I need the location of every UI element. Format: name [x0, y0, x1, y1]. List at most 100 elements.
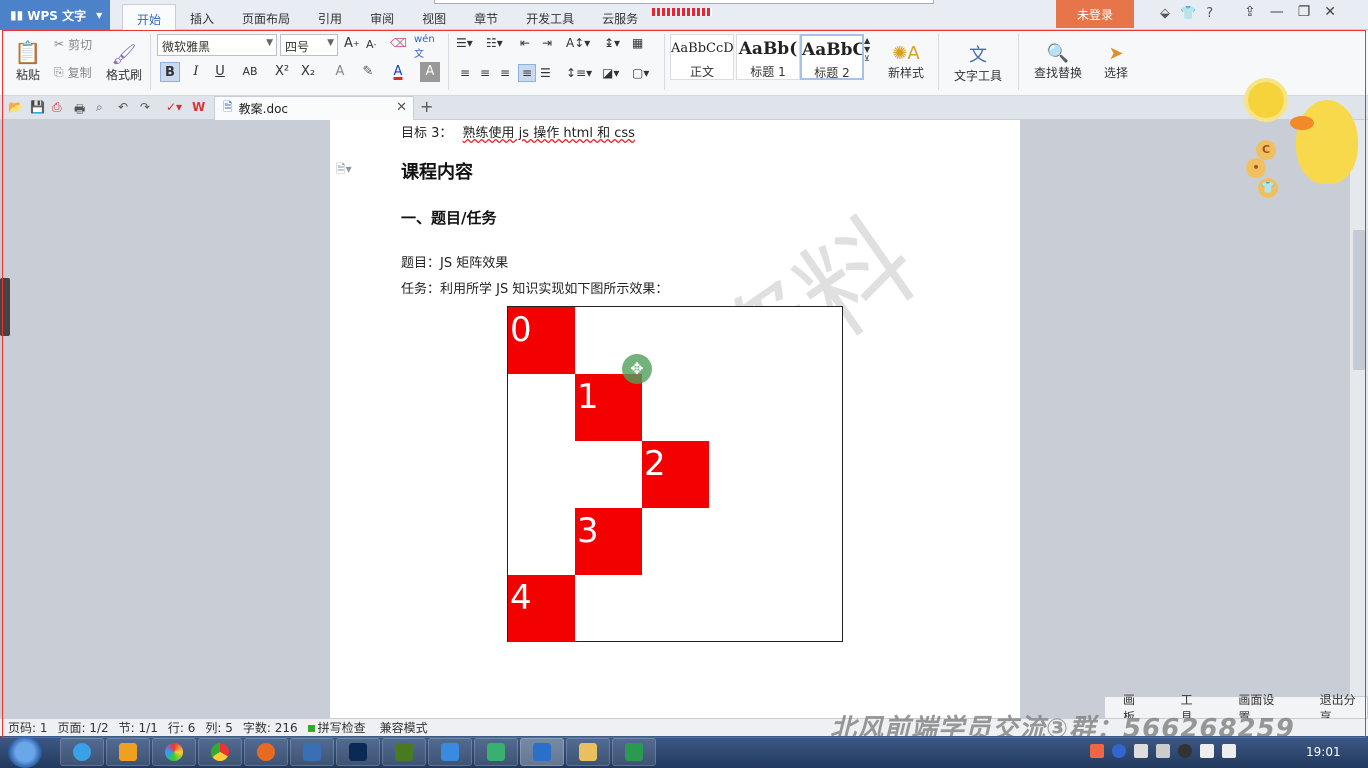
paste-button[interactable]: 📋 粘贴 [8, 34, 48, 90]
matrix-image[interactable]: 0 1 2 3 4 [507, 306, 843, 642]
taskbar-photos[interactable] [152, 738, 196, 766]
keyboard-icon[interactable] [1134, 744, 1148, 758]
mascot-badge-icon[interactable]: C [1256, 140, 1276, 160]
distribute-button[interactable]: ☰ [540, 66, 551, 80]
clear-format-button[interactable]: ⌫ [390, 36, 407, 50]
start-button[interactable] [8, 736, 42, 768]
subscript-button[interactable]: X₂ [298, 62, 318, 82]
taskbar-editor[interactable] [290, 738, 334, 766]
help-icon[interactable]: ? [1206, 6, 1213, 21]
save-icon[interactable]: 💾 [30, 100, 45, 114]
align-center-button[interactable]: ≡ [480, 66, 490, 80]
font-color-button[interactable]: A [388, 62, 408, 82]
menu-tab-view[interactable]: 视图 [408, 4, 460, 30]
status-words[interactable]: 字数: 216 [243, 719, 298, 736]
styles-scroll[interactable]: ▲ ▼ ⊻ [864, 36, 870, 63]
taskbar-sync[interactable] [612, 738, 656, 766]
line-spacing-button[interactable]: ↕≡▾ [566, 66, 592, 80]
new-style-button[interactable]: ✺A 新样式 [880, 34, 932, 90]
tab-document[interactable]: 🗎 教案.doc ✕ [214, 96, 414, 120]
bold-button[interactable]: B [160, 62, 180, 82]
spell-check-toggle[interactable]: 拼写检查 [307, 719, 366, 736]
volume-icon[interactable] [1222, 744, 1236, 758]
menu-tab-home[interactable]: 开始 [122, 4, 177, 30]
highlight-button[interactable]: ✎ [358, 62, 378, 82]
justify-button[interactable]: ≡ [518, 64, 536, 82]
underline-button[interactable]: U [210, 62, 230, 82]
skin-icon[interactable]: ⬙ [1160, 6, 1170, 21]
help-tray-icon[interactable] [1112, 744, 1126, 758]
strikethrough-button[interactable]: AB [240, 62, 260, 82]
copy-button[interactable]: ⎘ 复制 [54, 62, 92, 82]
shrink-font-button[interactable]: A- [366, 38, 376, 51]
format-painter-button[interactable]: 🖌 格式刷 [104, 34, 144, 90]
export-pdf-icon[interactable]: ⎙ [52, 100, 62, 115]
print-icon[interactable]: 🖶 [74, 100, 85, 121]
cut-button[interactable]: ✂ 剪切 [54, 34, 92, 54]
status-page[interactable]: 页面: 1/2 [58, 719, 109, 736]
taskbar-clock[interactable]: 19:01 [1306, 745, 1341, 759]
find-replace-button[interactable]: 🔍 查找替换 [1026, 34, 1090, 90]
paragraph-marker-icon[interactable]: 🗎▾ [336, 160, 352, 181]
numbered-list-button[interactable]: ☷▾ [486, 36, 503, 50]
wps-app-menu-button[interactable]: ▮▮ WPS 文字 ▼ [0, 0, 110, 30]
font-size-select[interactable]: 四号 ▼ [280, 34, 338, 56]
flag-icon[interactable] [1156, 744, 1170, 758]
taskbar-explorer[interactable] [566, 738, 610, 766]
status-page-number[interactable]: 页码: 1 [8, 719, 48, 736]
menu-tab-references[interactable]: 引用 [304, 4, 356, 30]
taskbar-ie[interactable] [60, 738, 104, 766]
text-effect-button[interactable]: A [330, 62, 350, 82]
side-panel-handle[interactable] [0, 278, 10, 336]
taskbar-app-blue[interactable] [428, 738, 472, 766]
close-icon[interactable]: ✕ [1324, 4, 1336, 20]
font-name-select[interactable]: 微软雅黑 ▼ [157, 34, 277, 56]
scrollbar-thumb[interactable] [1353, 230, 1365, 370]
style-heading-1[interactable]: AaBb( 标题 1 [736, 34, 800, 80]
table-button[interactable]: ▦ [632, 36, 643, 50]
open-folder-icon[interactable]: 📂 [8, 100, 23, 114]
customize-icon[interactable]: ✓▾ [166, 100, 182, 114]
increase-indent-button[interactable]: ⇥ [542, 36, 552, 50]
qq-icon[interactable] [1178, 744, 1192, 758]
grow-font-button[interactable]: A + [344, 36, 360, 51]
upload-icon[interactable]: ⇪ [1244, 4, 1256, 20]
menu-tab-developer[interactable]: 开发工具 [512, 4, 588, 30]
menu-tab-review[interactable]: 审阅 [356, 4, 408, 30]
align-right-button[interactable]: ≡ [500, 66, 510, 80]
taskbar-dreamweaver[interactable] [382, 738, 426, 766]
superscript-button[interactable]: X² [272, 62, 292, 82]
sort-button[interactable]: ↨▾ [604, 36, 620, 50]
align-left-button[interactable]: ≡ [460, 66, 470, 80]
menu-tab-chapter[interactable]: 章节 [460, 4, 512, 30]
italic-button[interactable]: I [186, 62, 206, 82]
char-shading-button[interactable]: A [420, 62, 440, 82]
mascot-badge-icon[interactable]: • [1246, 158, 1266, 178]
mascot-badge-icon[interactable]: 👕 [1258, 178, 1278, 198]
taskbar-media[interactable] [106, 738, 150, 766]
menu-tab-page-layout[interactable]: 页面布局 [228, 4, 304, 30]
taskbar-wps-writer[interactable] [520, 738, 564, 766]
wps-w-icon[interactable]: W [192, 100, 205, 114]
menu-tab-insert[interactable]: 插入 [176, 4, 228, 30]
char-scale-button[interactable]: A↕▾ [566, 36, 590, 50]
taskbar-chrome[interactable] [198, 738, 242, 766]
redo-icon[interactable]: ↷ [140, 100, 150, 114]
network-icon[interactable] [1200, 744, 1214, 758]
shirt-icon[interactable]: 👕 [1180, 6, 1196, 21]
minimize-icon[interactable]: — [1270, 4, 1284, 20]
login-button[interactable]: 未登录 [1056, 0, 1134, 28]
restore-icon[interactable]: ❐ [1298, 4, 1311, 20]
sogou-ime-icon[interactable] [1090, 744, 1104, 758]
menu-tab-cloud[interactable]: 云服务 [588, 4, 652, 30]
phonetic-guide-button[interactable]: wén 文 [414, 34, 435, 60]
print-preview-icon[interactable]: ⌕ [96, 100, 103, 115]
taskbar-notes[interactable] [474, 738, 518, 766]
style-heading-2[interactable]: AaBbC 标题 2 [800, 34, 864, 80]
shading-button[interactable]: ◪▾ [602, 66, 619, 80]
select-button[interactable]: ➤ 选择 [1094, 34, 1138, 90]
text-tools-button[interactable]: 文 文字工具 [946, 34, 1010, 90]
new-tab-icon[interactable]: + [420, 97, 433, 116]
style-normal[interactable]: AaBbCcD 正文 [670, 34, 734, 80]
close-tab-icon[interactable]: ✕ [396, 100, 407, 115]
